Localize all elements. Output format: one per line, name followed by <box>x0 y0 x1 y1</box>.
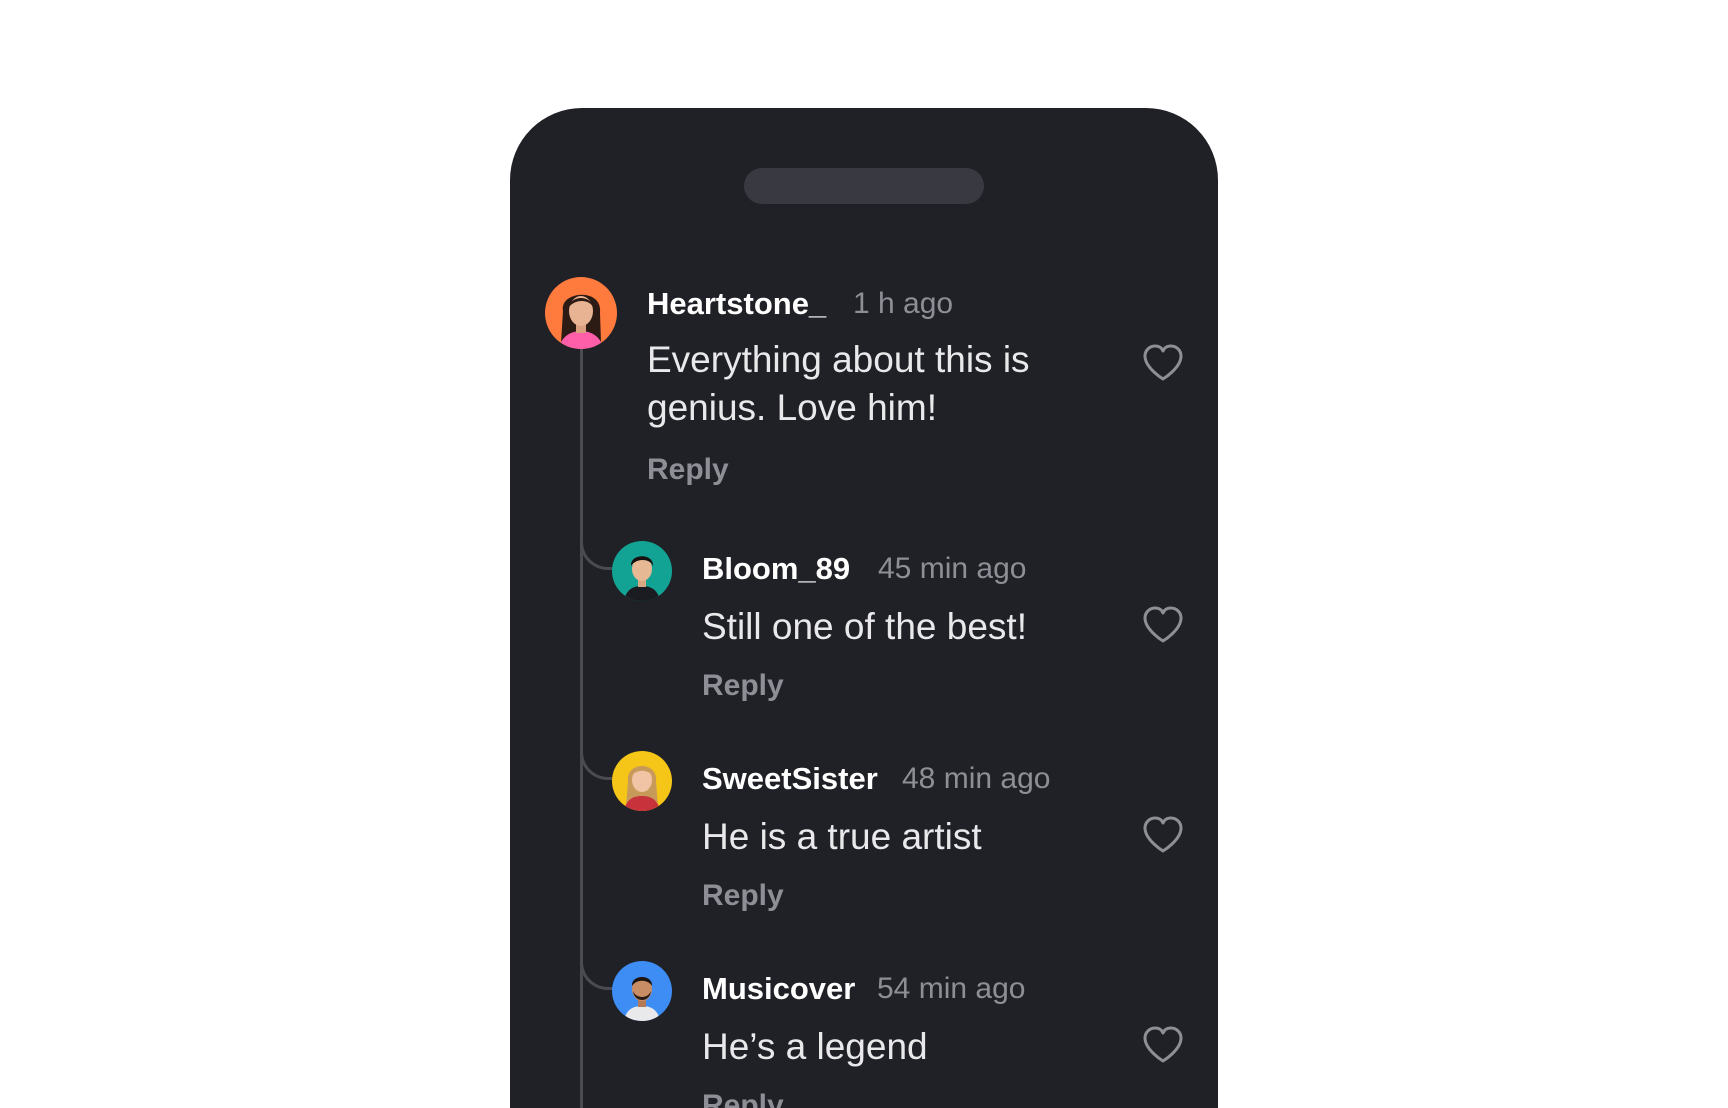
comment-text-line: Still one of the best! <box>702 606 1027 647</box>
heart-icon[interactable] <box>1142 344 1184 382</box>
timestamp: 1 h ago <box>853 287 954 320</box>
drag-handle[interactable] <box>744 168 984 204</box>
heart-icon[interactable] <box>1142 606 1184 644</box>
comment-text: Still one of the best! <box>702 603 1027 651</box>
comment-text: He is a true artist <box>702 813 982 861</box>
username[interactable]: Musicover <box>702 971 855 1007</box>
thread-connector <box>580 542 614 570</box>
reply-button[interactable]: Reply <box>702 879 784 913</box>
comment-text: Everything about this is genius. Love hi… <box>647 336 1030 432</box>
thread-connector <box>580 962 614 990</box>
comment-text-line: He is a true artist <box>702 816 982 857</box>
timestamp: 45 min ago <box>878 552 1027 585</box>
comment-text: He’s a legend <box>702 1023 928 1071</box>
avatar[interactable] <box>612 541 672 601</box>
heart-icon[interactable] <box>1142 1026 1184 1064</box>
comments-sheet: Heartstone_ 1 h ago Everything about thi… <box>510 108 1218 1108</box>
reply-button[interactable]: Reply <box>647 453 729 487</box>
thread-line <box>580 348 583 1108</box>
heart-icon[interactable] <box>1142 816 1184 854</box>
timestamp: 48 min ago <box>902 762 1051 795</box>
thread-connector <box>580 752 614 780</box>
comment-text-line: Everything about this is <box>647 339 1030 380</box>
username[interactable]: Bloom_89 <box>702 551 850 587</box>
username[interactable]: Heartstone_ <box>647 286 826 322</box>
reply-button[interactable]: Reply <box>702 669 784 703</box>
avatar[interactable] <box>545 277 617 349</box>
comment-text-line: genius. Love him! <box>647 387 938 428</box>
timestamp: 54 min ago <box>877 972 1026 1005</box>
avatar[interactable] <box>612 961 672 1021</box>
username[interactable]: SweetSister <box>702 761 878 797</box>
comment-text-line: He’s a legend <box>702 1026 928 1067</box>
reply-button[interactable]: Reply <box>702 1089 784 1108</box>
avatar[interactable] <box>612 751 672 811</box>
